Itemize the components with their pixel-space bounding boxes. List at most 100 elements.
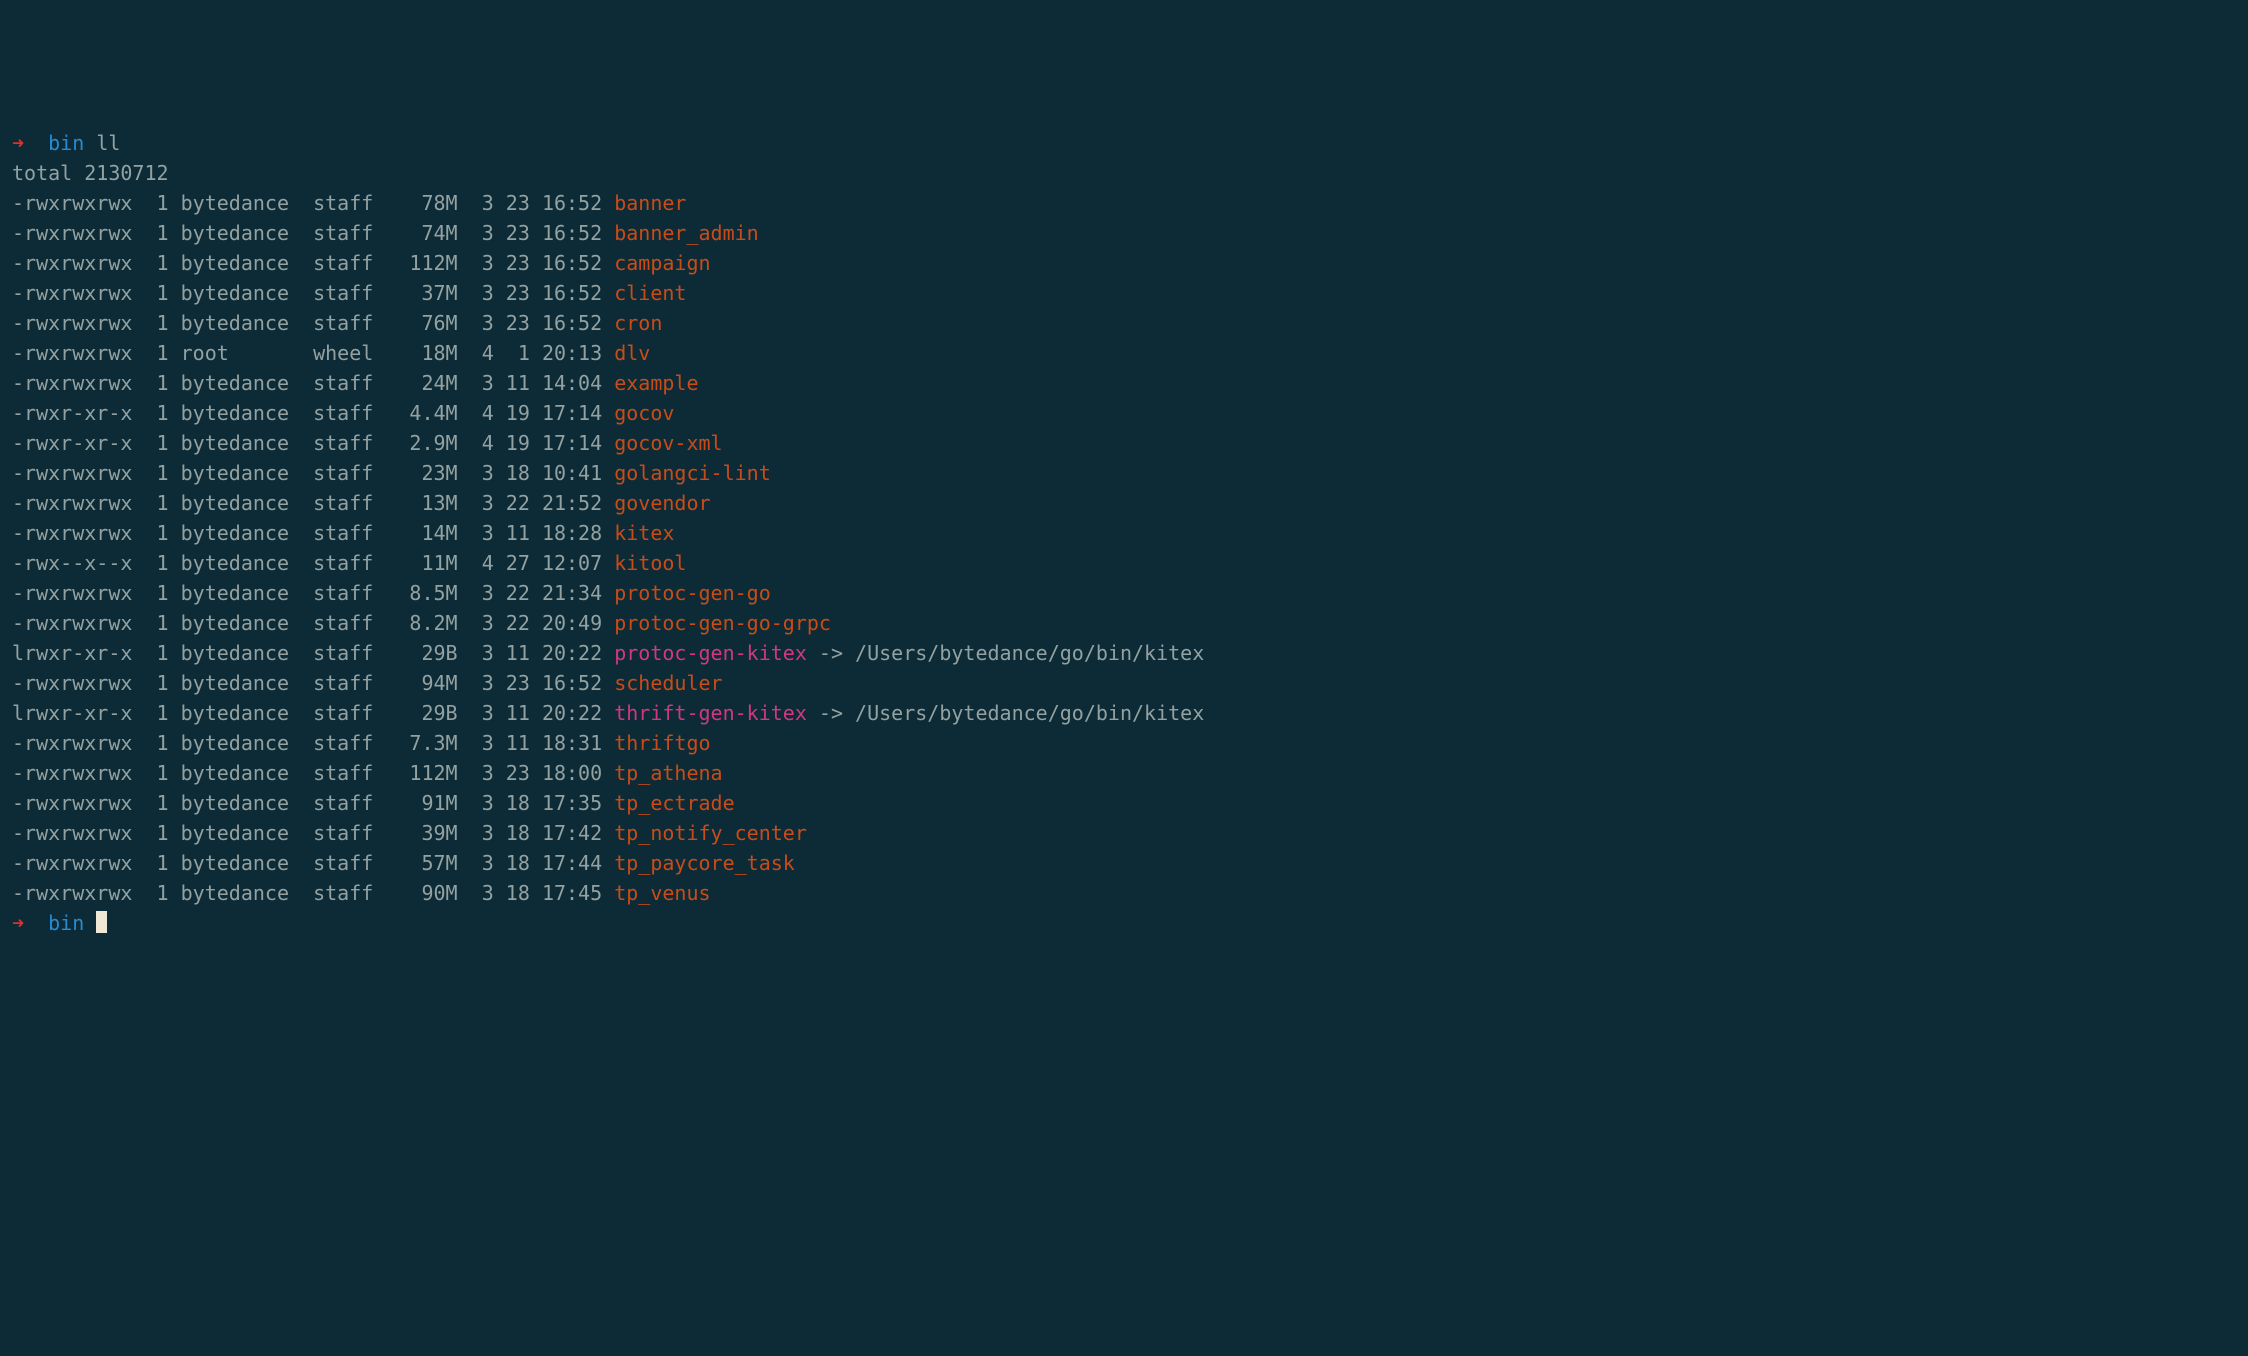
file-listing-row: -rwxrwxrwx 1 bytedance staff 23M 3 18 10… — [12, 458, 2236, 488]
file-listing-row: -rwxrwxrwx 1 bytedance staff 74M 3 23 16… — [12, 218, 2236, 248]
file-group: staff — [313, 821, 373, 845]
file-owner: bytedance — [181, 251, 301, 275]
file-size: 8.2M — [397, 611, 457, 635]
file-day: 19 — [506, 401, 530, 425]
file-group: staff — [313, 311, 373, 335]
file-owner: bytedance — [181, 371, 301, 395]
file-owner: bytedance — [181, 671, 301, 695]
file-group: staff — [313, 761, 373, 785]
file-owner: bytedance — [181, 311, 301, 335]
symlink-arrow-icon: -> — [819, 641, 843, 665]
file-links: 1 — [157, 281, 169, 305]
prompt-directory: bin — [48, 131, 84, 155]
file-owner: bytedance — [181, 281, 301, 305]
file-group: wheel — [313, 341, 373, 365]
file-size: 57M — [397, 851, 457, 875]
file-size: 29B — [397, 701, 457, 725]
file-month: 3 — [482, 611, 494, 635]
file-permissions: -rwxrwxrwx — [12, 251, 132, 275]
file-time: 10:41 — [542, 461, 602, 485]
file-owner: bytedance — [181, 221, 301, 245]
file-day: 18 — [506, 791, 530, 815]
file-day: 23 — [506, 281, 530, 305]
file-links: 1 — [157, 731, 169, 755]
file-name: scheduler — [614, 671, 722, 695]
file-size: 24M — [397, 371, 457, 395]
file-month: 3 — [482, 701, 494, 725]
file-group: staff — [313, 221, 373, 245]
file-time: 17:44 — [542, 851, 602, 875]
file-size: 4.4M — [397, 401, 457, 425]
file-links: 1 — [157, 581, 169, 605]
file-month: 3 — [482, 221, 494, 245]
file-time: 16:52 — [542, 221, 602, 245]
file-listing-row: -rwxrwxrwx 1 bytedance staff 78M 3 23 16… — [12, 188, 2236, 218]
file-month: 3 — [482, 371, 494, 395]
file-listing-row: -rwxrwxrwx 1 bytedance staff 57M 3 18 17… — [12, 848, 2236, 878]
file-listing-row: -rwxrwxrwx 1 bytedance staff 14M 3 11 18… — [12, 518, 2236, 548]
file-links: 1 — [157, 881, 169, 905]
file-time: 20:22 — [542, 701, 602, 725]
file-size: 94M — [397, 671, 457, 695]
file-month: 3 — [482, 281, 494, 305]
total-label: total — [12, 161, 72, 185]
file-size: 23M — [397, 461, 457, 485]
terminal-output[interactable]: ➜ bin lltotal 2130712-rwxrwxrwx 1 byteda… — [12, 128, 2236, 938]
file-group: staff — [313, 551, 373, 575]
file-name: example — [614, 371, 698, 395]
file-name: cron — [614, 311, 662, 335]
file-name: tp_venus — [614, 881, 710, 905]
file-listing-row: -rwxrwxrwx 1 root wheel 18M 4 1 20:13 dl… — [12, 338, 2236, 368]
file-listing-row: -rwxrwxrwx 1 bytedance staff 37M 3 23 16… — [12, 278, 2236, 308]
file-time: 17:14 — [542, 401, 602, 425]
file-name: banner — [614, 191, 686, 215]
file-listing-row: -rwxrwxrwx 1 bytedance staff 39M 3 18 17… — [12, 818, 2236, 848]
file-name: protoc-gen-go — [614, 581, 771, 605]
file-group: staff — [313, 461, 373, 485]
file-time: 18:00 — [542, 761, 602, 785]
file-listing-row: -rwxrwxrwx 1 bytedance staff 94M 3 23 16… — [12, 668, 2236, 698]
file-month: 3 — [482, 761, 494, 785]
file-day: 11 — [506, 731, 530, 755]
file-size: 74M — [397, 221, 457, 245]
file-permissions: -rwxrwxrwx — [12, 731, 132, 755]
file-day: 18 — [506, 461, 530, 485]
prompt-arrow-icon: ➜ — [12, 911, 24, 935]
file-name: tp_paycore_task — [614, 851, 795, 875]
file-name: protoc-gen-go-grpc — [614, 611, 831, 635]
file-day: 11 — [506, 371, 530, 395]
file-links: 1 — [157, 671, 169, 695]
file-links: 1 — [157, 821, 169, 845]
file-name: tp_athena — [614, 761, 722, 785]
file-size: 29B — [397, 641, 457, 665]
file-owner: bytedance — [181, 881, 301, 905]
symlink-arrow-icon: -> — [819, 701, 843, 725]
file-size: 13M — [397, 491, 457, 515]
file-time: 18:28 — [542, 521, 602, 545]
file-time: 16:52 — [542, 251, 602, 275]
file-size: 76M — [397, 311, 457, 335]
file-month: 3 — [482, 731, 494, 755]
file-group: staff — [313, 641, 373, 665]
file-links: 1 — [157, 791, 169, 815]
file-group: staff — [313, 791, 373, 815]
file-permissions: -rwxrwxrwx — [12, 281, 132, 305]
file-month: 3 — [482, 791, 494, 815]
file-day: 27 — [506, 551, 530, 575]
file-time: 20:22 — [542, 641, 602, 665]
file-links: 1 — [157, 251, 169, 275]
file-day: 23 — [506, 671, 530, 695]
cursor — [96, 911, 107, 933]
file-group: staff — [313, 671, 373, 695]
file-size: 18M — [397, 341, 457, 365]
file-permissions: -rwxr-xr-x — [12, 431, 132, 455]
file-permissions: -rwxrwxrwx — [12, 851, 132, 875]
file-day: 23 — [506, 251, 530, 275]
file-size: 39M — [397, 821, 457, 845]
file-listing-row: -rwxrwxrwx 1 bytedance staff 8.5M 3 22 2… — [12, 578, 2236, 608]
file-permissions: -rwxrwxrwx — [12, 791, 132, 815]
file-day: 11 — [506, 641, 530, 665]
file-month: 4 — [482, 551, 494, 575]
file-time: 16:52 — [542, 281, 602, 305]
file-listing-row: -rwxrwxrwx 1 bytedance staff 91M 3 18 17… — [12, 788, 2236, 818]
